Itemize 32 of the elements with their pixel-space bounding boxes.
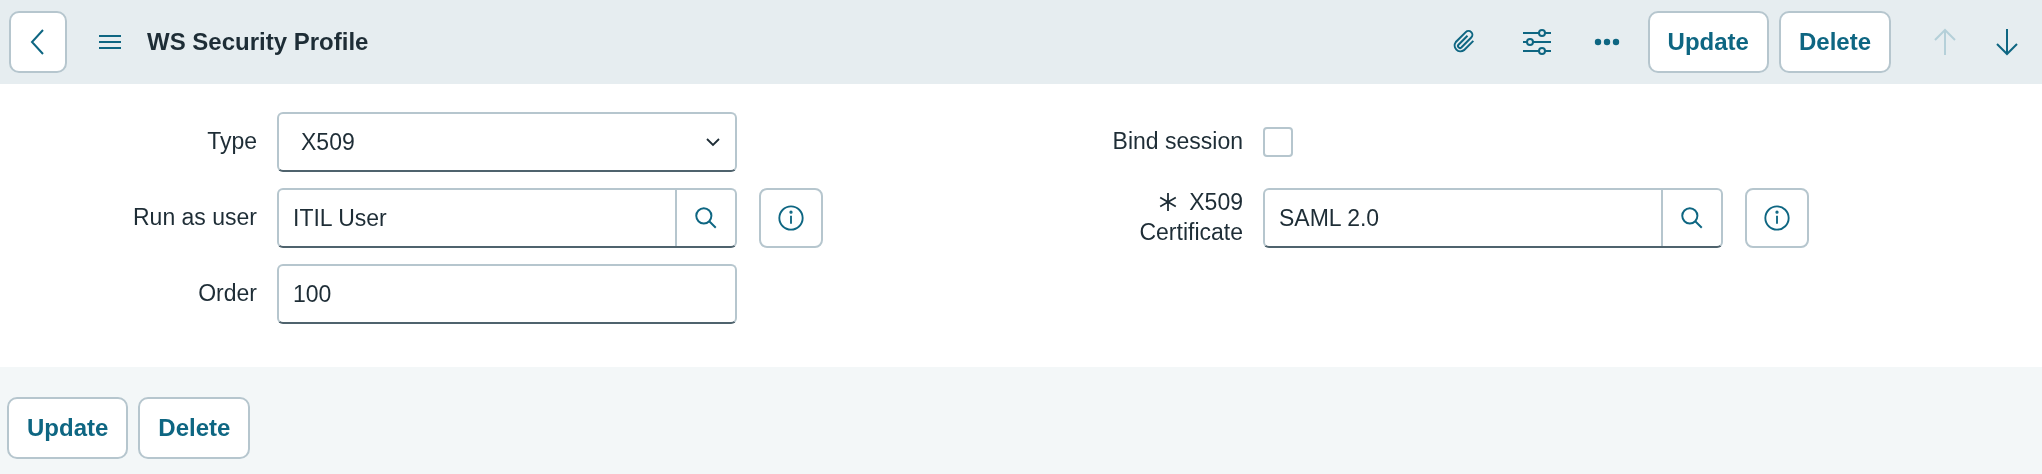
text-field[interactable]: 100: [277, 264, 737, 324]
checkbox[interactable]: [1263, 127, 1293, 157]
arrow-down-icon: [1995, 28, 2019, 56]
info-icon: [1763, 204, 1791, 232]
field-label: Type: [206, 127, 257, 157]
chevron-left-icon: [30, 28, 46, 56]
more-icon: [1593, 38, 1620, 46]
delete-button[interactable]: Delete: [138, 397, 251, 459]
search-icon: [693, 205, 719, 231]
field-label: X509 Certificate: [1138, 188, 1243, 247]
type-select[interactable]: X509: [277, 112, 737, 172]
menu-icon: [99, 34, 121, 50]
more-button[interactable]: [1593, 38, 1620, 46]
info-button[interactable]: [759, 188, 823, 248]
field-label: Run as user: [132, 203, 257, 233]
field-label: Order: [197, 279, 257, 309]
caret-icon: [705, 137, 721, 147]
page-title: WS Security Profile: [147, 28, 369, 56]
arrow-up-icon: [1933, 28, 1957, 56]
settings-button[interactable]: [1521, 28, 1552, 56]
sliders-icon: [1521, 28, 1552, 56]
reference-field[interactable]: ITIL User: [277, 188, 737, 248]
info-icon: [777, 204, 805, 232]
update-button[interactable]: Update: [7, 397, 129, 459]
info-button[interactable]: [1745, 188, 1809, 248]
reference-field[interactable]: SAML 2.0: [1263, 188, 1723, 248]
update-button[interactable]: Update: [1647, 11, 1769, 73]
field-label: Bind session: [1111, 127, 1243, 157]
menu-button[interactable]: [99, 34, 121, 50]
delete-button[interactable]: Delete: [1778, 11, 1891, 73]
next-button[interactable]: [1995, 28, 2019, 56]
search-icon: [1679, 205, 1705, 231]
